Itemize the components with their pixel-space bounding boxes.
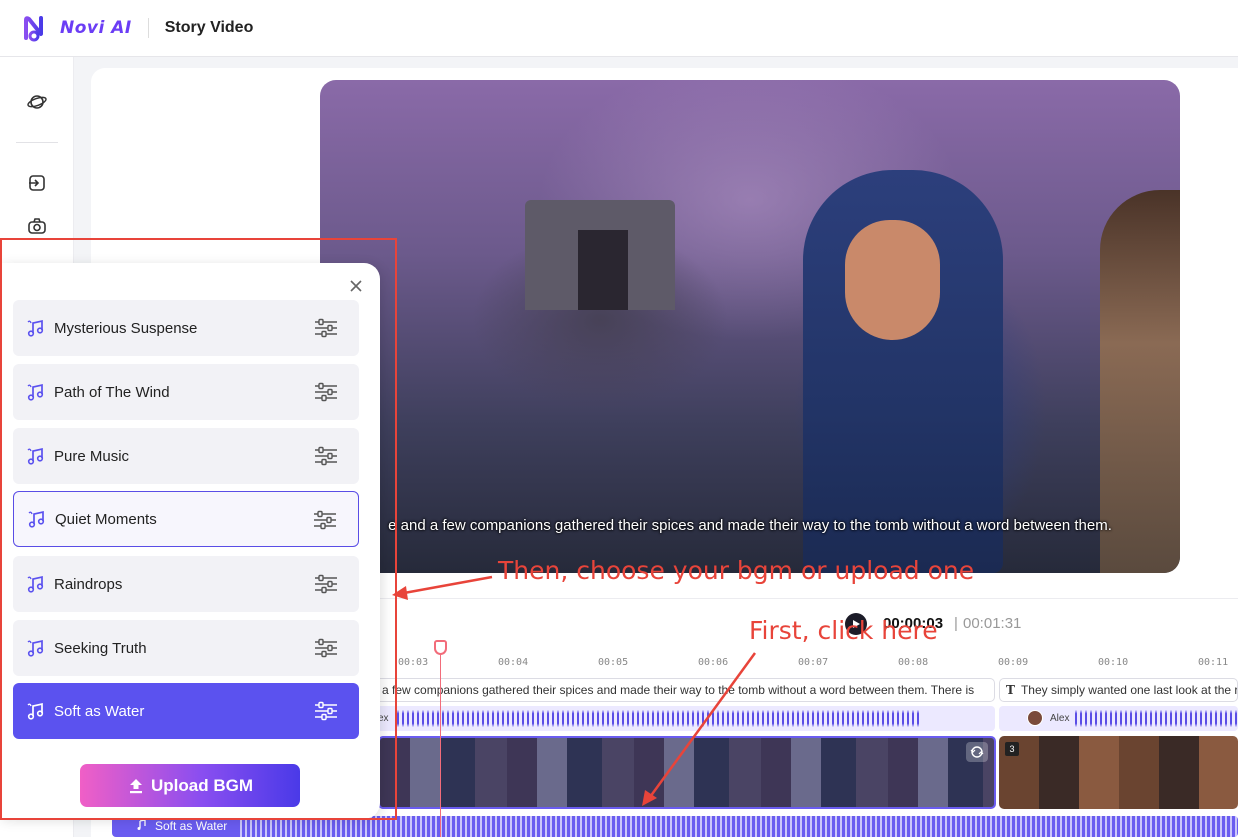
import-icon[interactable] [25,171,49,195]
annotation-step-2: Then, choose your bgm or upload one [498,556,975,585]
logo[interactable]: Novi AI [22,14,132,42]
ruler-tick: 00:05 [598,657,629,668]
bgm-track-label: Soft as Water [155,819,228,833]
playhead-handle[interactable] [434,640,447,655]
avatar [1027,710,1043,726]
video-scene-face [845,220,940,340]
title-divider [147,18,149,38]
planet-icon[interactable] [25,90,49,114]
ruler-tick: 00:10 [1098,657,1129,668]
replace-clip-icon[interactable] [966,742,988,762]
video-clip[interactable] [999,736,1238,809]
music-note-icon [137,819,146,830]
camera-icon[interactable] [25,214,49,238]
video-preview[interactable]: e and a few companions gathered their sp… [320,80,1180,573]
video-subtitle: e and a few companions gathered their sp… [388,517,1112,534]
subtitle-clip-text: They simply wanted one last look at the … [1020,683,1238,697]
ruler-tick: 00:03 [398,657,429,668]
video-clip[interactable] [378,736,996,809]
voice-waveform [1075,706,1238,731]
ruler-tick: 00:04 [498,657,529,668]
total-time: 00:01:31 [963,615,1022,632]
annotation-step-1: First, click here [749,616,938,645]
subtitle-clip[interactable]: d a few companions gathered their spices… [365,678,995,702]
voice-track[interactable] [365,706,995,731]
text-type-icon: T [1006,683,1015,697]
voice-name: Alex [1050,713,1070,724]
brand-name: Novi AI [60,18,132,38]
ruler-tick: 00:06 [698,657,729,668]
novi-logo-icon [24,16,43,42]
ruler-tick: 00:11 [1198,657,1229,668]
top-bar: Novi AI Story Video [0,0,1238,57]
subtitle-clip-text: d a few companions gathered their spices… [372,683,975,697]
ruler-tick: 00:07 [798,657,829,668]
ruler-tick: 00:08 [898,657,929,668]
subtitle-clip[interactable]: T They simply wanted one last look at the… [999,678,1238,702]
voice-waveform [397,706,920,731]
ruler-tick: 00:09 [998,657,1029,668]
time-separator: | [954,615,958,632]
playhead-line [440,641,441,837]
annotation-highlight-box [0,238,397,820]
clip-number: 3 [1005,742,1019,756]
page-title: Story Video [164,19,254,36]
video-scene-door [578,230,628,310]
rail-divider [16,142,58,143]
